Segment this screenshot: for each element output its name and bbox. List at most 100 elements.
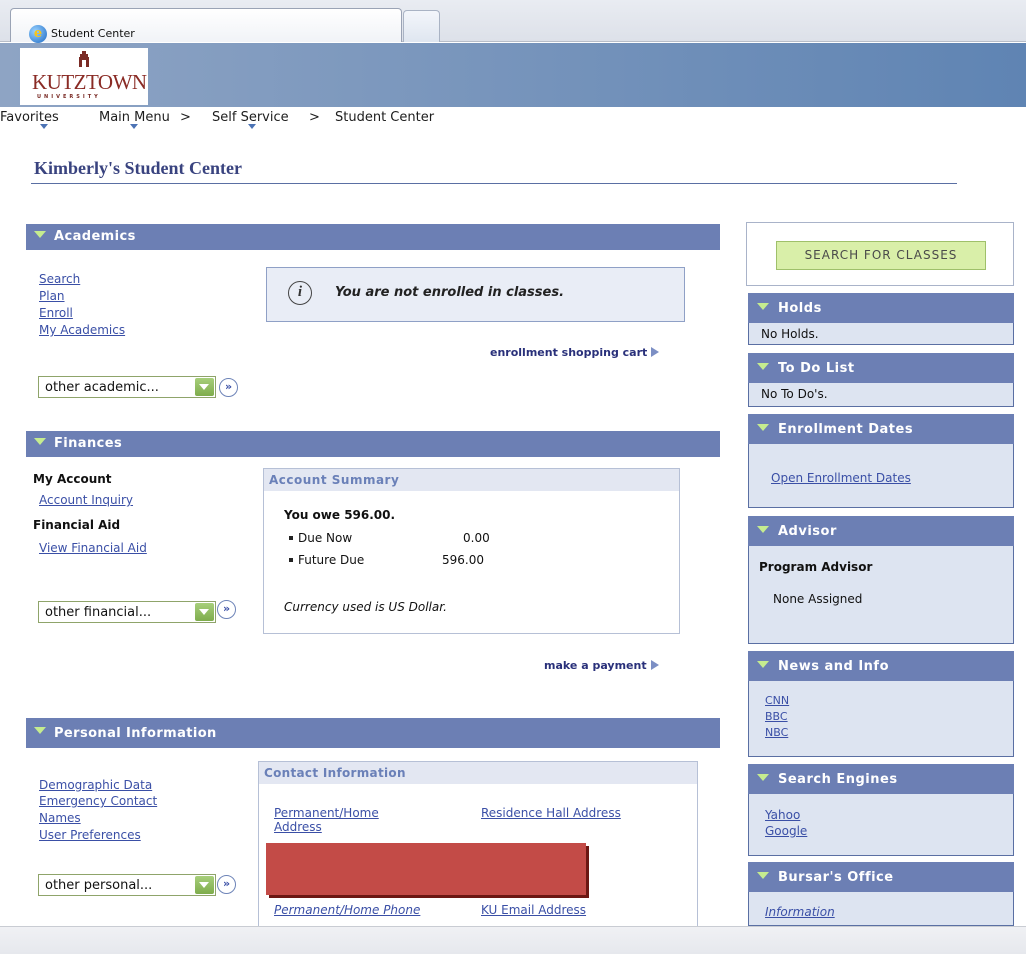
- enrollment-dates-header[interactable]: Enrollment Dates: [748, 414, 1014, 444]
- finances-header-label: Finances: [54, 436, 123, 451]
- academics-link-enroll[interactable]: Enroll: [39, 306, 73, 320]
- academics-link-my-academics[interactable]: My Academics: [39, 323, 125, 337]
- google-link[interactable]: Google: [765, 824, 807, 838]
- academics-link-search[interactable]: Search: [39, 272, 80, 286]
- financial-dropdown[interactable]: other financial...: [38, 601, 216, 623]
- breadcrumb-nav: Favorites Main Menu > Self Service > Stu…: [0, 107, 1026, 131]
- open-enrollment-dates-link[interactable]: Open Enrollment Dates: [771, 471, 911, 485]
- search-engines-header-label: Search Engines: [778, 772, 898, 787]
- todo-text: No To Do's.: [761, 387, 828, 401]
- go-button-icon[interactable]: »: [217, 875, 236, 894]
- news-link-bbc[interactable]: BBC: [765, 710, 788, 723]
- enrollment-dates-header-label: Enrollment Dates: [778, 422, 914, 437]
- enrollment-dates-body: Open Enrollment Dates: [748, 444, 1014, 508]
- ku-email-link[interactable]: KU Email Address: [481, 903, 586, 917]
- chevron-down-icon[interactable]: [195, 876, 214, 894]
- holds-header-label: Holds: [778, 301, 822, 316]
- future-due-label: Future Due: [298, 553, 365, 567]
- home-phone-link[interactable]: Permanent/Home Phone: [274, 903, 420, 917]
- program-advisor-label: Program Advisor: [759, 560, 873, 574]
- emergency-contact-link[interactable]: Emergency Contact: [39, 794, 157, 808]
- search-for-classes-button[interactable]: Search For Classes: [776, 241, 986, 270]
- holds-header[interactable]: Holds: [748, 293, 1014, 323]
- make-payment-link[interactable]: make a payment: [544, 659, 659, 672]
- residence-hall-link[interactable]: Residence Hall Address: [481, 806, 621, 820]
- nav-main-menu[interactable]: Main Menu: [99, 110, 170, 125]
- my-account-label: My Account: [33, 472, 112, 486]
- collapse-icon[interactable]: [34, 438, 46, 445]
- collapse-icon[interactable]: [757, 526, 769, 533]
- news-body: CNN BBC NBC: [748, 681, 1014, 757]
- news-header[interactable]: News and Info: [748, 651, 1014, 681]
- bursar-header[interactable]: Bursar's Office: [748, 862, 1014, 892]
- holds-text: No Holds.: [761, 327, 819, 341]
- yahoo-link[interactable]: Yahoo: [765, 808, 800, 822]
- nav-favorites[interactable]: Favorites: [0, 110, 59, 125]
- bursar-header-label: Bursar's Office: [778, 870, 894, 885]
- nav-self-service[interactable]: Self Service: [212, 110, 289, 125]
- personal-dropdown[interactable]: other personal...: [38, 874, 216, 896]
- new-tab-button[interactable]: [403, 10, 440, 42]
- collapse-icon[interactable]: [757, 303, 769, 310]
- self-service-dropdown-icon[interactable]: [248, 124, 256, 129]
- account-summary-panel: Account Summary You owe 596.00. Due Now …: [263, 468, 680, 634]
- chevron-down-icon[interactable]: [195, 603, 214, 621]
- personal-info-header[interactable]: Personal Information: [26, 718, 720, 748]
- view-financial-aid-link[interactable]: View Financial Aid: [39, 541, 147, 555]
- currency-note: Currency used is US Dollar.: [284, 600, 447, 614]
- collapse-icon[interactable]: [757, 424, 769, 431]
- academics-header-label: Academics: [54, 229, 136, 244]
- financial-dropdown-value: other financial...: [45, 605, 152, 620]
- todo-header[interactable]: To Do List: [748, 353, 1014, 383]
- go-button-icon[interactable]: »: [219, 378, 238, 397]
- go-button-icon[interactable]: »: [217, 600, 236, 619]
- header-banner: [0, 43, 1026, 107]
- collapse-icon[interactable]: [34, 231, 46, 238]
- account-summary-title: Account Summary: [269, 473, 400, 487]
- browser-status-bar: [0, 926, 1026, 954]
- news-link-nbc[interactable]: NBC: [765, 726, 788, 739]
- browser-tab-title: Student Center: [51, 27, 135, 40]
- collapse-icon[interactable]: [757, 774, 769, 781]
- names-link[interactable]: Names: [39, 811, 81, 825]
- academic-dropdown-value: other academic...: [45, 380, 159, 395]
- user-preferences-link[interactable]: User Preferences: [39, 828, 141, 842]
- arrow-right-icon: [651, 347, 660, 357]
- advisor-header[interactable]: Advisor: [748, 516, 1014, 546]
- future-due-value: 596.00: [442, 553, 484, 567]
- financial-aid-label: Financial Aid: [33, 518, 121, 532]
- demographic-data-link[interactable]: Demographic Data: [39, 778, 152, 792]
- account-inquiry-link[interactable]: Account Inquiry: [39, 493, 133, 507]
- enrollment-cart-link[interactable]: enrollment shopping cart: [490, 346, 660, 359]
- search-engines-body: Yahoo Google: [748, 794, 1014, 856]
- news-header-label: News and Info: [778, 659, 890, 674]
- chevron-down-icon[interactable]: [195, 378, 214, 396]
- university-logo[interactable]: KUTZTOWN UNIVERSITY: [20, 48, 148, 105]
- logo-name: KUTZTOWN: [32, 70, 147, 94]
- favorites-dropdown-icon[interactable]: [40, 124, 48, 129]
- ie-icon: e: [29, 25, 47, 43]
- academic-dropdown[interactable]: other academic...: [38, 376, 216, 398]
- academics-link-plan[interactable]: Plan: [39, 289, 65, 303]
- bursar-information-link[interactable]: Information: [765, 905, 835, 919]
- contact-info-header: Contact Information: [259, 762, 697, 784]
- enrollment-notice: i You are not enrolled in classes.: [266, 267, 685, 322]
- news-link-cnn[interactable]: CNN: [765, 694, 789, 707]
- advisor-value: None Assigned: [773, 592, 863, 606]
- contact-info-title: Contact Information: [264, 766, 406, 780]
- logo-subtitle: UNIVERSITY: [37, 94, 101, 100]
- arrow-right-icon: [650, 660, 659, 670]
- nav-student-center[interactable]: Student Center: [335, 110, 434, 125]
- main-menu-dropdown-icon[interactable]: [130, 124, 138, 129]
- academics-header[interactable]: Academics: [26, 224, 720, 250]
- redacted-block: [266, 843, 586, 895]
- collapse-icon[interactable]: [757, 872, 769, 879]
- finances-header[interactable]: Finances: [26, 431, 720, 457]
- collapse-icon[interactable]: [757, 661, 769, 668]
- search-engines-header[interactable]: Search Engines: [748, 764, 1014, 794]
- browser-tab-student-center[interactable]: e Student Center: [10, 8, 402, 43]
- collapse-icon[interactable]: [34, 727, 46, 734]
- collapse-icon[interactable]: [757, 363, 769, 370]
- home-address-link[interactable]: Permanent/Home Address: [274, 806, 424, 834]
- advisor-body: Program Advisor None Assigned: [748, 546, 1014, 644]
